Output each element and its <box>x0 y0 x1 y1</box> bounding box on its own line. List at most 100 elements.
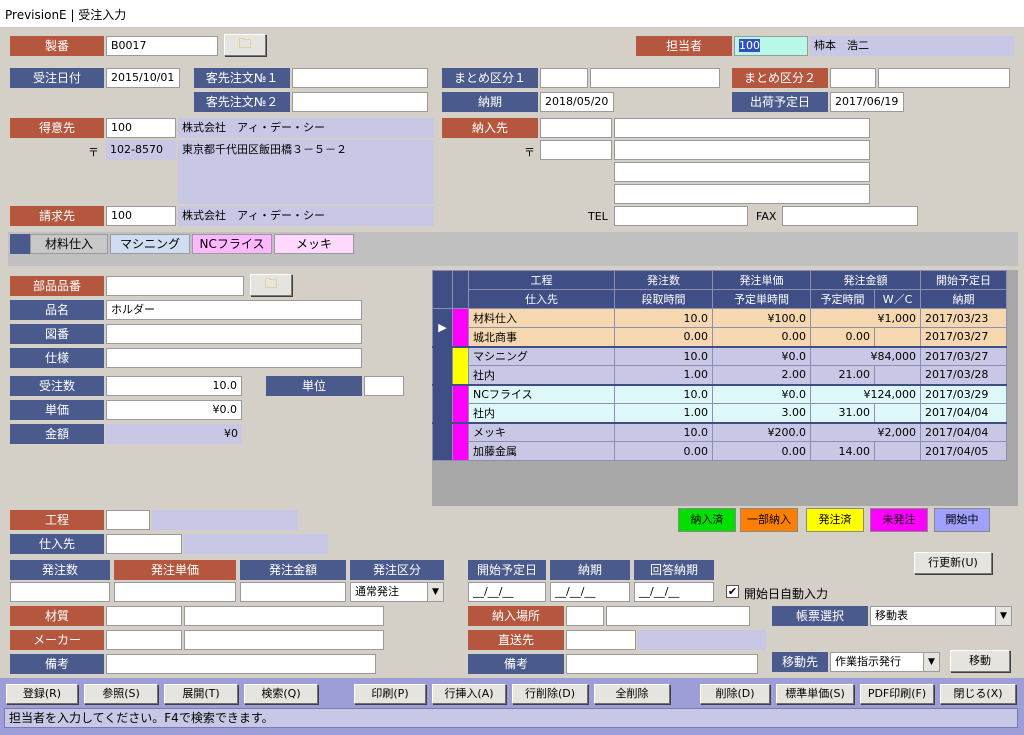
seikyusaki-code-input[interactable]: 100 <box>106 206 176 226</box>
cell-dandori[interactable]: 1.00 <box>614 403 713 423</box>
nounyusaki-name-input[interactable] <box>614 118 870 138</box>
matome2-name-input[interactable] <box>878 68 1010 88</box>
detail-nouki-input[interactable]: __/__/__ <box>550 582 630 602</box>
cell-kaishi[interactable]: 2017/04/04 <box>920 422 1007 442</box>
cell-tanjikan[interactable]: 3.00 <box>712 403 811 423</box>
cell-nouki[interactable]: 2017/03/28 <box>920 365 1007 385</box>
cell-tanka[interactable]: ¥0.0 <box>712 384 811 404</box>
maker-name-input[interactable] <box>184 630 384 650</box>
row-selector[interactable]: ▶ <box>432 308 453 347</box>
cell-shiire[interactable]: 加藤金属 <box>468 441 615 461</box>
shiyou-input[interactable] <box>106 348 362 368</box>
detail-kaishi-input[interactable]: __/__/__ <box>468 582 546 602</box>
cell-wc[interactable] <box>874 403 921 423</box>
table-row[interactable]: ▶ 材料仕入 10.0 ¥100.0 ¥1,000 2017/03/23 <box>432 308 1007 347</box>
cell-tanjikan[interactable]: 0.00 <box>712 327 811 347</box>
cell-kingaku[interactable]: ¥2,000 <box>810 422 921 442</box>
detail-hatchukingaku-input[interactable] <box>240 582 346 602</box>
close-button[interactable]: 閉じる(X) <box>940 684 1016 704</box>
juchubi-input[interactable]: 2015/10/01 <box>106 68 180 88</box>
nounyusaki-address1-input[interactable] <box>614 140 870 160</box>
cell-kaishi[interactable]: 2017/03/23 <box>920 308 1007 328</box>
tani-input[interactable] <box>364 376 404 396</box>
bikou2-input[interactable] <box>566 654 758 674</box>
juchusu-input[interactable]: 10.0 <box>106 376 242 396</box>
seiban-input[interactable]: B0017 <box>106 36 218 56</box>
cell-kingaku[interactable]: ¥124,000 <box>810 384 921 404</box>
cell-dandori[interactable]: 0.00 <box>614 327 713 347</box>
cell-kaishi[interactable]: 2017/03/29 <box>920 384 1007 404</box>
cell-kingaku[interactable]: ¥1,000 <box>810 308 921 328</box>
bikou-input[interactable] <box>106 654 376 674</box>
table-row[interactable]: 社内 1.00 2.00 21.00 2017/03/28 <box>432 365 1007 385</box>
maker-code-input[interactable] <box>106 630 182 650</box>
cell-tanjikan[interactable]: 2.00 <box>712 365 811 385</box>
nounyusaki-address2-input[interactable] <box>614 162 870 182</box>
tab-zairyou[interactable]: 材料仕入 <box>30 234 108 254</box>
idou-button[interactable]: 移動 <box>950 650 1010 672</box>
cell-dandori[interactable]: 0.00 <box>614 441 713 461</box>
cell-tanka[interactable]: ¥200.0 <box>712 422 811 442</box>
tel-input[interactable] <box>614 206 748 226</box>
cell-hatchusu[interactable]: 10.0 <box>614 384 713 404</box>
cell-shiire[interactable]: 社内 <box>468 365 615 385</box>
sakujo-button[interactable]: 削除(D) <box>700 684 770 704</box>
table-row[interactable]: 社内 1.00 3.00 31.00 2017/04/04 <box>432 403 1007 423</box>
cell-yotei[interactable]: 14.00 <box>810 441 875 461</box>
gyou-sakujo-button[interactable]: 行削除(D) <box>512 684 588 704</box>
table-row[interactable]: 加藤金属 0.00 0.00 14.00 2017/04/05 <box>432 441 1007 461</box>
hatchukubun-select[interactable]: 通常発注 ▼ <box>350 582 444 602</box>
insatsu-button[interactable]: 印刷(P) <box>354 684 426 704</box>
cell-yotei[interactable]: 21.00 <box>810 365 875 385</box>
tab-machining[interactable]: マシニング <box>110 234 190 254</box>
nounyusaki-code-input[interactable] <box>540 118 612 138</box>
row-selector[interactable] <box>432 422 453 461</box>
cell-tanka[interactable]: ¥0.0 <box>712 346 811 366</box>
table-row[interactable]: NCフライス 10.0 ¥0.0 ¥124,000 2017/03/29 <box>432 384 1007 423</box>
kyakusaki2-input[interactable] <box>292 92 428 112</box>
touroku-button[interactable]: 登録(R) <box>6 684 78 704</box>
cell-koutei[interactable]: メッキ <box>468 422 615 442</box>
row-selector[interactable] <box>432 384 453 423</box>
zaishitsu-name-input[interactable] <box>184 606 384 626</box>
cell-hatchusu[interactable]: 10.0 <box>614 346 713 366</box>
tantou-code-input[interactable]: 100 <box>734 36 808 56</box>
chokusou-code-input[interactable] <box>566 630 636 650</box>
cell-kingaku[interactable]: ¥84,000 <box>810 346 921 366</box>
detail-hatchutanka-input[interactable] <box>114 582 236 602</box>
table-row[interactable]: マシニング 10.0 ¥0.0 ¥84,000 2017/03/27 <box>432 346 1007 385</box>
detail-kaitou-input[interactable]: __/__/__ <box>634 582 714 602</box>
tanka-input[interactable]: ¥0.0 <box>106 400 242 420</box>
cell-wc[interactable] <box>874 441 921 461</box>
cell-dandori[interactable]: 1.00 <box>614 365 713 385</box>
cell-yotei[interactable]: 0.00 <box>810 327 875 347</box>
zaishitsu-code-input[interactable] <box>106 606 182 626</box>
hinmei-input[interactable]: ホルダー <box>106 300 362 320</box>
seiban-search-button[interactable]: 🗀 <box>224 34 266 56</box>
matome2-code-input[interactable] <box>830 68 876 88</box>
matome1-name-input[interactable] <box>590 68 720 88</box>
cell-koutei[interactable]: マシニング <box>468 346 615 366</box>
nounyu-basho-name-input[interactable] <box>606 606 750 626</box>
buhin-input[interactable] <box>106 276 244 296</box>
table-row[interactable]: 城北商事 0.00 0.00 0.00 2017/03/27 <box>432 327 1007 347</box>
cell-kaishi[interactable]: 2017/03/27 <box>920 346 1007 366</box>
cell-shiire[interactable]: 城北商事 <box>468 327 615 347</box>
cell-nouki[interactable]: 2017/04/04 <box>920 403 1007 423</box>
fax-input[interactable] <box>782 206 918 226</box>
cell-yotei[interactable]: 31.00 <box>810 403 875 423</box>
matome1-code-input[interactable] <box>540 68 588 88</box>
nounyu-basho-code-input[interactable] <box>566 606 604 626</box>
cell-koutei[interactable]: NCフライス <box>468 384 615 404</box>
cell-shiire[interactable]: 社内 <box>468 403 615 423</box>
shukka-input[interactable]: 2017/06/19 <box>830 92 904 112</box>
tab-mekki[interactable]: メッキ <box>274 234 354 254</box>
cell-wc[interactable] <box>874 327 921 347</box>
tokuisaki-code-input[interactable]: 100 <box>106 118 176 138</box>
detail-koutei-input[interactable] <box>106 510 150 530</box>
kyakusaki1-input[interactable] <box>292 68 428 88</box>
detail-shiiresaki-input[interactable] <box>106 534 182 554</box>
chouhyou-select[interactable]: 移動表 ▼ <box>870 606 1012 626</box>
cell-wc[interactable] <box>874 365 921 385</box>
nouki-input[interactable]: 2018/05/20 <box>540 92 614 112</box>
